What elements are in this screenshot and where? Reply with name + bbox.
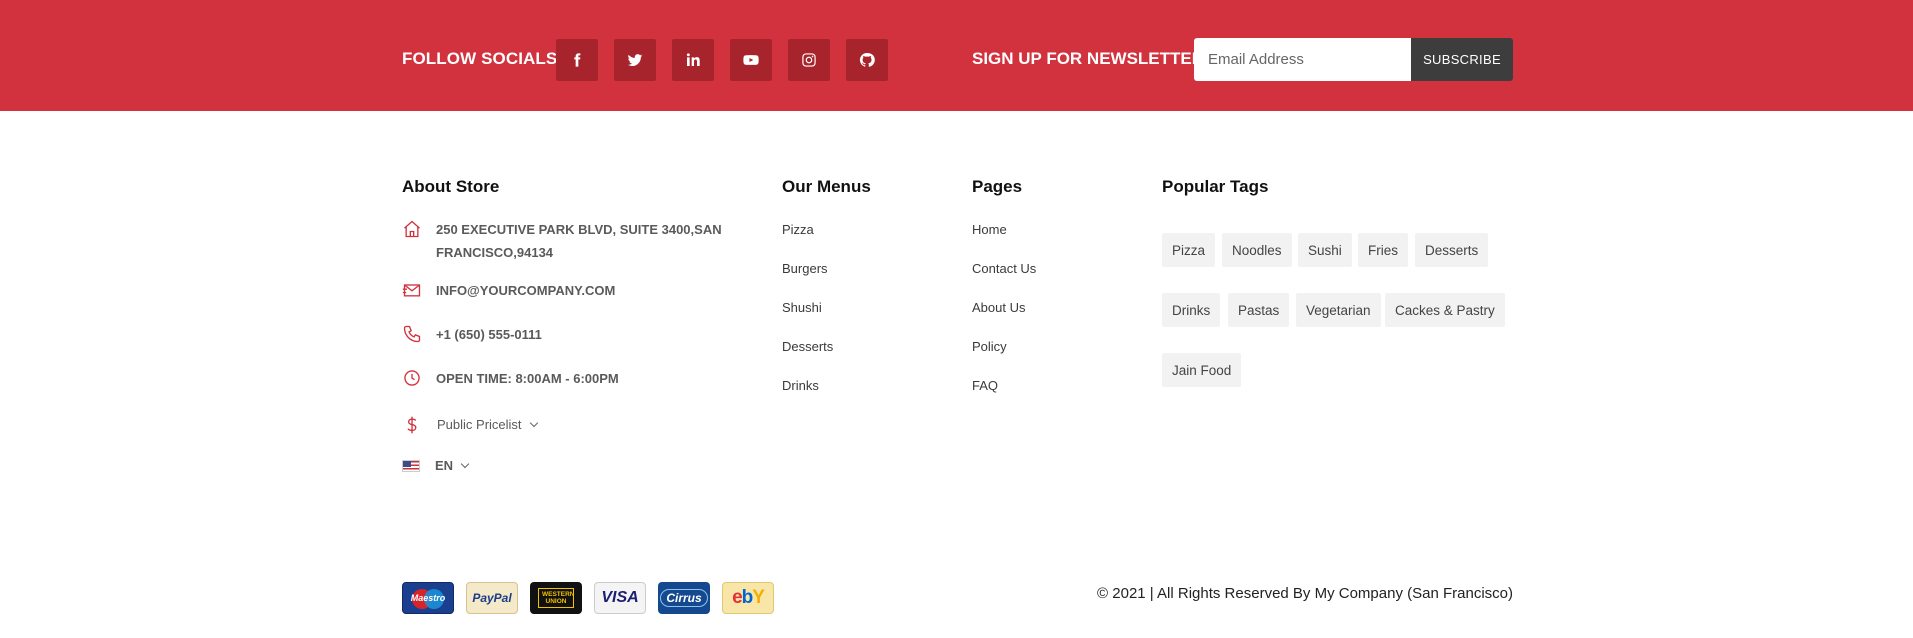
- chevron-down-icon: [529, 418, 538, 427]
- tag-jain-food[interactable]: Jain Food: [1162, 353, 1242, 387]
- western-union-logo: WESTERN UNION: [530, 582, 582, 614]
- tag-cackes-pastry[interactable]: Cackes & Pastry: [1385, 293, 1505, 327]
- linkedin-icon[interactable]: [672, 39, 714, 81]
- store-phone[interactable]: +1 (650) 555-0111: [436, 323, 542, 346]
- store-address: 250 EXECUTIVE PARK BLVD, SUITE 3400,SAN …: [436, 222, 722, 260]
- tag-vegetarian[interactable]: Vegetarian: [1296, 293, 1381, 327]
- tag-desserts[interactable]: Desserts: [1415, 233, 1489, 267]
- paypal-logo: PayPal: [466, 582, 518, 614]
- newsletter-bar: [0, 0, 1913, 111]
- clock-icon: [402, 368, 422, 388]
- language-dropdown[interactable]: EN: [402, 458, 470, 473]
- popular-tags-title: Popular Tags: [1162, 177, 1269, 196]
- language-label: EN: [435, 458, 454, 473]
- subscribe-button[interactable]: SUBSCRIBE: [1411, 38, 1513, 81]
- menu-link-desserts[interactable]: Desserts: [782, 339, 833, 354]
- about-store-title: About Store: [402, 177, 500, 196]
- email-input[interactable]: [1194, 38, 1411, 81]
- ebay-logo: ebY: [722, 582, 774, 614]
- page-link-about-us[interactable]: About Us: [972, 300, 1025, 315]
- menu-link-pizza[interactable]: Pizza: [782, 222, 814, 237]
- twitter-icon[interactable]: [614, 39, 656, 81]
- pricelist-dropdown[interactable]: Public Pricelist: [402, 414, 538, 435]
- page-link-contact-us[interactable]: Contact Us: [972, 261, 1036, 276]
- our-menus-title: Our Menus: [782, 177, 871, 196]
- visa-logo: VISA: [594, 582, 646, 614]
- menu-link-burgers[interactable]: Burgers: [782, 261, 828, 276]
- page-link-policy[interactable]: Policy: [972, 339, 1007, 354]
- instagram-icon[interactable]: [788, 39, 830, 81]
- github-icon[interactable]: [846, 39, 888, 81]
- us-flag-icon: [402, 459, 420, 472]
- newsletter-label: SIGN UP FOR NEWSLETTER: [972, 49, 1205, 68]
- page-link-faq[interactable]: FAQ: [972, 378, 998, 393]
- tag-fries[interactable]: Fries: [1358, 233, 1408, 267]
- page-link-home[interactable]: Home: [972, 222, 1007, 237]
- cirrus-logo: Cirrus: [658, 582, 710, 614]
- tag-drinks[interactable]: Drinks: [1162, 293, 1221, 327]
- phone-row: +1 (650) 555-0111: [402, 323, 542, 346]
- address-row: 250 EXECUTIVE PARK BLVD, SUITE 3400,SAN …: [402, 218, 722, 264]
- tag-sushi[interactable]: Sushi: [1298, 233, 1352, 267]
- pages-title: Pages: [972, 177, 1023, 196]
- phone-icon: [402, 324, 422, 344]
- tag-pizza[interactable]: Pizza: [1162, 233, 1216, 267]
- store-email[interactable]: INFO@YOURCOMPANY.COM: [436, 279, 615, 302]
- dollar-icon: [402, 415, 422, 435]
- youtube-icon[interactable]: [730, 39, 772, 81]
- pricelist-label: Public Pricelist: [437, 417, 522, 432]
- chevron-down-icon: [460, 459, 470, 468]
- menu-link-shushi[interactable]: Shushi: [782, 300, 822, 315]
- opening-hours: OPEN TIME: 8:00AM - 6:00PM: [436, 371, 619, 386]
- hours-row: OPEN TIME: 8:00AM - 6:00PM: [402, 367, 619, 390]
- tag-pastas[interactable]: Pastas: [1228, 293, 1290, 327]
- maestro-logo: Maestro: [402, 582, 454, 614]
- menu-link-drinks[interactable]: Drinks: [782, 378, 819, 393]
- tag-noodles[interactable]: Noodles: [1222, 233, 1292, 267]
- follow-socials-label: FOLLOW SOCIALS: [402, 49, 558, 68]
- facebook-icon[interactable]: [556, 39, 598, 81]
- copyright-text: © 2021 | All Rights Reserved By My Compa…: [1097, 585, 1513, 602]
- email-row: INFO@YOURCOMPANY.COM: [402, 279, 615, 302]
- home-icon: [402, 219, 422, 239]
- mail-icon: [402, 280, 422, 300]
